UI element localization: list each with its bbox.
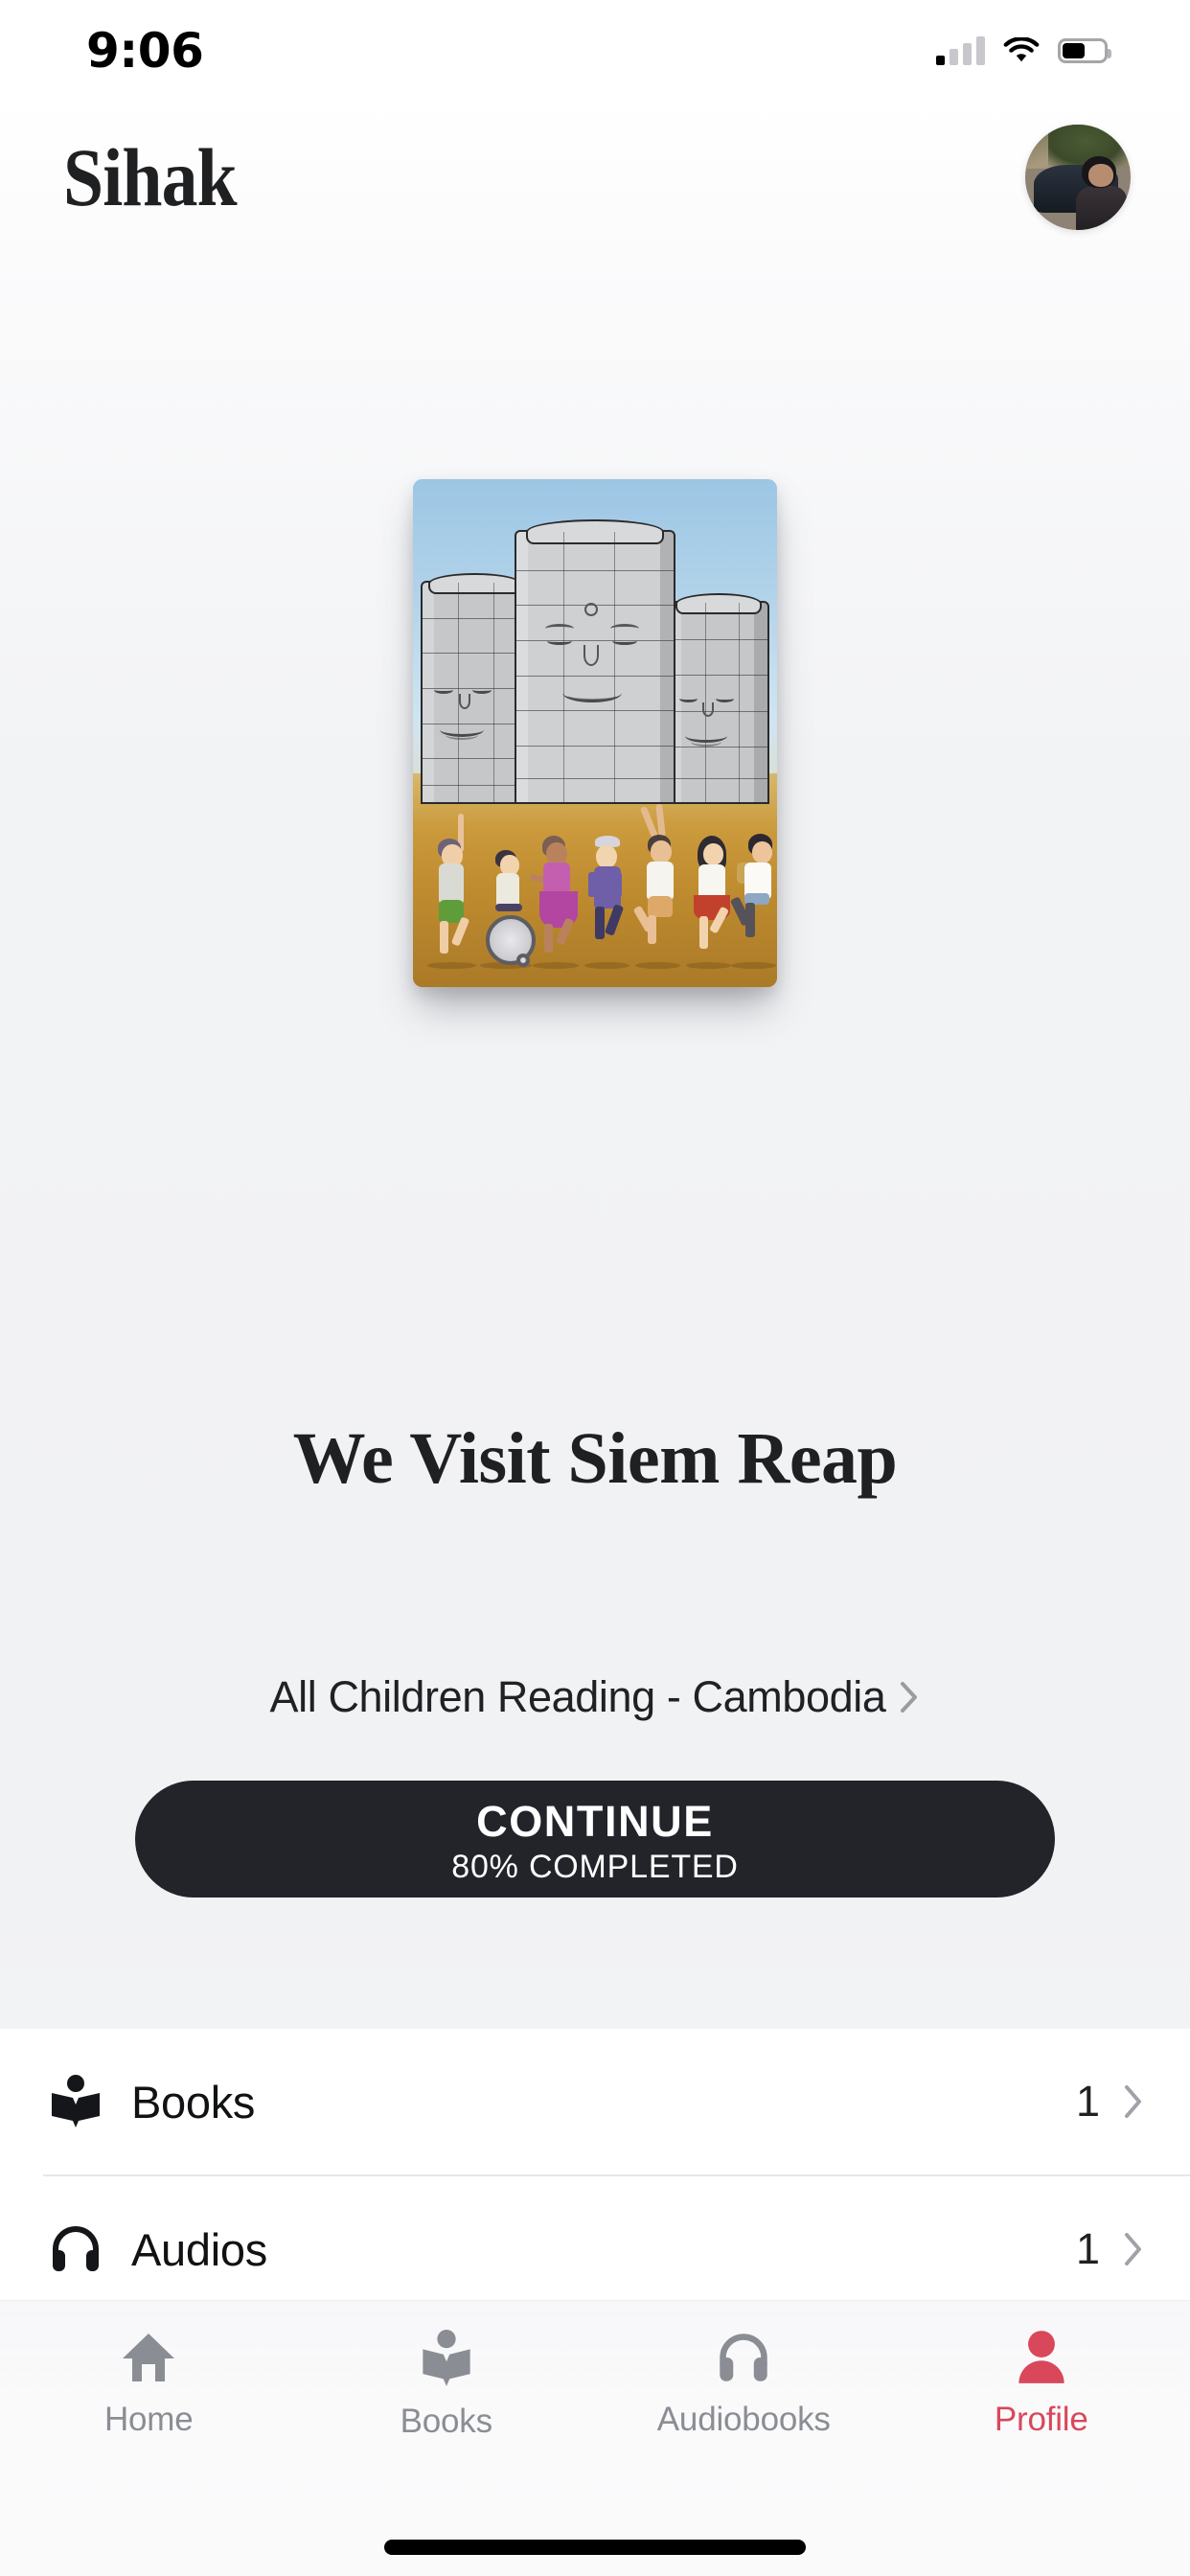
child-6 [686,832,732,969]
featured-book-title: We Visit Siem Reap [292,1418,898,1499]
child-3 [529,835,579,969]
continue-label: CONTINUE [476,1796,714,1846]
person-icon [1018,2331,1064,2383]
open-book-icon [423,2330,470,2386]
open-book-icon [43,2075,108,2128]
home-indicator [384,2540,806,2555]
tab-profile[interactable]: Profile [893,2330,1190,2439]
tab-label: Profile [994,2401,1088,2438]
page-title: Sihak [63,131,238,223]
tab-home[interactable]: Home [0,2330,298,2439]
continue-button[interactable]: CONTINUE 80% COMPLETED [135,1781,1055,1898]
battery-icon [1058,37,1111,63]
children-illustration [413,794,777,969]
child-5 [632,803,681,969]
temple-tower-right [668,593,770,805]
status-bar: 9:06 [0,0,1190,101]
temple-tower-left [420,573,530,805]
home-icon [123,2334,175,2381]
cellular-signal-icon [936,35,985,65]
child-4 [584,835,629,969]
chevron-right-icon [1125,2085,1141,2118]
wifi-icon [1003,36,1040,61]
list-item-books[interactable]: Books 1 [0,2029,1190,2174]
headphones-icon [43,2223,108,2275]
avatar[interactable] [1025,125,1131,230]
hero-panel [0,101,1190,2029]
child-1 [427,814,476,969]
chevron-right-icon [1125,2233,1141,2266]
bottom-tab-bar: Home Books Audiobooks Profile [0,2300,1190,2576]
featured-book-cover[interactable] [413,479,777,987]
status-time: 9:06 [86,22,204,79]
publisher-link[interactable]: All Children Reading - Cambodia [0,1672,1190,1722]
cover-artwork [413,479,777,987]
status-indicators [936,35,1111,65]
headphones-icon [720,2334,767,2381]
chevron-right-icon [901,1682,918,1713]
progress-label: 80% COMPLETED [451,1848,739,1885]
child-7 [730,832,777,969]
list-item-label: Audios [131,2223,267,2275]
library-list: Books 1 Audios 1 [0,2029,1190,2322]
tab-books[interactable]: Books [298,2330,596,2441]
list-item-count: 1 [1075,2224,1100,2273]
tab-label: Audiobooks [656,2401,831,2438]
temple-tower-center [515,519,675,805]
child-2-wheelchair [480,842,537,969]
list-item-label: Books [131,2076,256,2128]
tab-label: Home [103,2401,194,2438]
profile-header: Sihak [0,101,1190,254]
list-item-count: 1 [1075,2077,1100,2126]
tab-audiobooks[interactable]: Audiobooks [595,2330,893,2439]
publisher-name: All Children Reading - Cambodia [269,1672,886,1721]
tab-label: Books [400,2403,492,2440]
